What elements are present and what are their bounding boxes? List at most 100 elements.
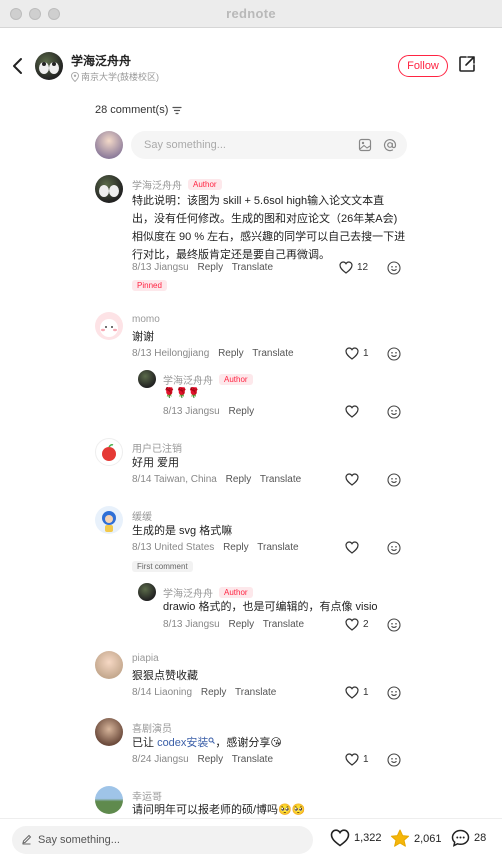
reply-button[interactable]: Reply <box>229 619 255 630</box>
commenter-name[interactable]: piapia <box>132 653 159 664</box>
commenter-avatar[interactable] <box>95 506 123 534</box>
comment-text-pre: 已让 <box>132 737 158 749</box>
share-icon[interactable] <box>458 55 476 73</box>
comment-meta: 8/14 Taiwan, China Reply Translate <box>132 474 307 485</box>
comment-meta: 8/14 Liaoning Reply Translate <box>132 687 282 698</box>
like-button[interactable]: 12 <box>339 261 368 274</box>
heart-icon <box>339 261 353 274</box>
comment-meta: 8/24 Jiangsu Reply Translate <box>132 754 279 765</box>
comment-text: 生成的是 svg 格式嘛 <box>132 525 233 537</box>
translate-button[interactable]: Translate <box>235 687 276 698</box>
translate-button[interactable]: Translate <box>232 262 273 273</box>
reply-text: drawio 格式的，也是可编辑的，有点像 visio <box>163 601 378 613</box>
follow-button[interactable]: Follow <box>398 55 448 77</box>
like-count: 1 <box>363 687 369 698</box>
comment-text: 好用 爱用 <box>132 457 180 469</box>
commenter-name-row: 用户已注销 <box>132 440 182 455</box>
heart-icon <box>345 347 359 360</box>
emoji-reaction-icon[interactable] <box>387 261 401 275</box>
back-icon[interactable] <box>10 56 26 76</box>
mention-icon[interactable] <box>383 138 397 152</box>
commenter-avatar[interactable] <box>95 175 123 203</box>
commenter-name[interactable]: momo <box>132 314 160 325</box>
reply-meta: 8/13 Jiangsu Reply Translate <box>163 619 310 630</box>
like-count: 12 <box>357 262 369 273</box>
bottom-input-placeholder: Say something... <box>38 834 120 846</box>
heart-icon <box>345 753 359 766</box>
like-count: 2 <box>363 619 369 630</box>
comment-text-line: 特此说明：该图为 skill + 5.6sol high输入论文文本直 <box>132 195 385 207</box>
commenter-name[interactable]: 用户已注销 <box>132 440 182 455</box>
heart-icon[interactable] <box>345 473 359 486</box>
comment-meta: 8/13 United States Reply Translate <box>132 542 305 553</box>
commenter-name-row: piapia <box>132 653 159 664</box>
note-comment-button[interactable]: 28 <box>451 829 486 847</box>
comment-meta: 8/13 Jiangsu Reply Translate <box>132 262 279 273</box>
author-avatar[interactable] <box>35 52 63 80</box>
translate-button[interactable]: Translate <box>252 348 293 359</box>
note-like-button[interactable]: 1,322 <box>330 829 382 847</box>
current-user-avatar <box>95 131 123 159</box>
comment-text: 已让 codex安装 ，感谢分享😘 <box>132 734 282 752</box>
reply-button[interactable]: Reply <box>198 262 224 273</box>
commenter-avatar[interactable] <box>95 718 123 746</box>
author-tag: Author <box>188 179 222 190</box>
emoji-reaction-icon[interactable] <box>387 405 401 419</box>
commenter-avatar[interactable] <box>95 312 123 340</box>
comment-text: 狠狠点赞收藏 <box>132 670 198 682</box>
first-comment-badge: First comment <box>132 561 193 572</box>
location-text: 南京大学(鼓楼校区) <box>81 72 159 82</box>
commenter-name[interactable]: 缓缓 <box>132 508 152 523</box>
reply-button[interactable]: Reply <box>218 348 244 359</box>
commenter-avatar[interactable] <box>95 786 123 814</box>
translate-button[interactable]: Translate <box>257 542 298 553</box>
reply-button[interactable]: Reply <box>223 542 249 553</box>
emoji-reaction-icon[interactable] <box>387 473 401 487</box>
translate-button[interactable]: Translate <box>263 619 304 630</box>
comment-bubble-icon <box>451 829 470 847</box>
reply-meta: 8/13 Jiangsu Reply <box>163 406 260 417</box>
commenter-name-row: 学海泛舟舟 Author <box>132 177 222 192</box>
commenter-name[interactable]: 学海泛舟舟 <box>132 177 182 192</box>
note-collect-button[interactable]: 2,061 <box>390 829 442 848</box>
pen-icon <box>22 834 32 845</box>
emoji-reaction-icon[interactable] <box>387 541 401 555</box>
emoji-reaction-icon[interactable] <box>387 753 401 767</box>
emoji-reaction-icon[interactable] <box>387 347 401 361</box>
translate-button[interactable]: Translate <box>232 754 273 765</box>
emoji-reaction-icon[interactable] <box>387 618 401 632</box>
reply-button[interactable]: Reply <box>226 474 252 485</box>
like-button[interactable]: 2 <box>345 618 369 631</box>
like-count: 1 <box>363 754 369 765</box>
app-title: rednote <box>226 6 276 21</box>
translate-button[interactable]: Translate <box>260 474 301 485</box>
comment-text: 谢谢 <box>132 331 154 343</box>
heart-icon[interactable] <box>345 405 359 418</box>
like-button[interactable]: 1 <box>345 686 369 699</box>
commenter-avatar[interactable] <box>95 651 123 679</box>
like-button[interactable]: 1 <box>345 753 369 766</box>
author-name[interactable]: 学海泛舟舟 <box>71 52 131 69</box>
title-bar: rednote <box>0 0 502 28</box>
author-location: 南京大学(鼓楼校区) <box>71 70 159 83</box>
comment-date-location: 8/14 Liaoning <box>132 687 193 698</box>
reply-button[interactable]: Reply <box>229 406 255 417</box>
comment-text-line: 相似度在 90 % 左右，感兴趣的同学可以自己去搜一下进 <box>132 231 406 243</box>
reply-button[interactable]: Reply <box>201 687 227 698</box>
commenter-avatar[interactable] <box>95 438 123 466</box>
like-button[interactable]: 1 <box>345 347 369 360</box>
replier-avatar[interactable] <box>138 583 156 601</box>
comment-meta: 8/13 Heilongjiang Reply Translate <box>132 348 300 359</box>
bottom-comment-input[interactable]: Say something... <box>12 826 313 854</box>
replier-avatar[interactable] <box>138 370 156 388</box>
author-tag: Author <box>219 374 253 385</box>
heart-icon[interactable] <box>345 541 359 554</box>
search-link[interactable]: codex安装 <box>157 737 208 749</box>
note-collect-count: 2,061 <box>414 832 442 845</box>
commenter-name[interactable]: 喜剧演员 <box>132 720 172 735</box>
image-icon[interactable] <box>358 138 372 152</box>
note-comment-count: 28 <box>474 832 487 844</box>
emoji-reaction-icon[interactable] <box>387 686 401 700</box>
reply-button[interactable]: Reply <box>198 754 224 765</box>
sort-icon[interactable] <box>172 106 182 115</box>
